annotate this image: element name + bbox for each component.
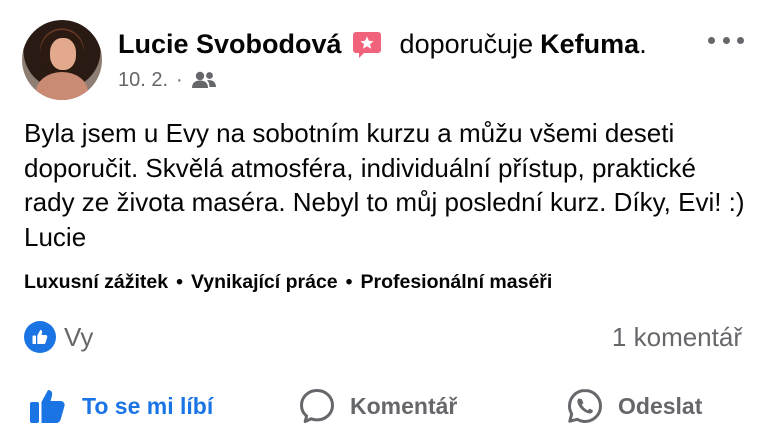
meta-separator: · bbox=[176, 68, 183, 91]
recommendation-tags: Luxusní zážitek • Vynikající práce • Profesi… bbox=[24, 271, 552, 294]
thumb-up-icon bbox=[30, 390, 65, 423]
post-body-text: Byla jsem u Evy na sobotním kurzu a můžu… bbox=[24, 118, 745, 252]
tag-item: Vynikající práce bbox=[190, 271, 338, 293]
post-meta: 10. 2. · bbox=[118, 66, 217, 94]
reactors-label: Vy bbox=[64, 321, 94, 352]
reactions-summary[interactable]: Vy bbox=[24, 320, 93, 354]
recommend-badge-icon bbox=[352, 32, 381, 58]
tag-item: Luxusní zážitek bbox=[24, 271, 169, 293]
tag-item: Profesionální maséři bbox=[360, 271, 553, 293]
more-options-icon[interactable] bbox=[708, 30, 744, 50]
tag-separator: • bbox=[176, 271, 183, 293]
like-button-label: To se mi líbí bbox=[82, 392, 214, 419]
avatar-face bbox=[50, 38, 76, 70]
more-dot bbox=[708, 36, 715, 44]
comment-button[interactable]: Komentář bbox=[298, 380, 457, 432]
author-name[interactable]: Lucie Svobodová bbox=[118, 29, 342, 60]
whatsapp-icon bbox=[568, 389, 602, 423]
author-avatar[interactable] bbox=[22, 20, 102, 100]
post-header: Lucie Svobodová doporučuje Kefuma. bbox=[118, 26, 647, 62]
friends-icon bbox=[191, 71, 216, 88]
post-action-bar: To se mi líbí Komentář Odeslat bbox=[0, 380, 768, 432]
like-icon bbox=[24, 321, 56, 353]
send-button-label: Odeslat bbox=[618, 392, 703, 419]
tag-separator: • bbox=[345, 271, 353, 293]
like-button[interactable]: To se mi líbí bbox=[28, 380, 213, 432]
more-dot bbox=[722, 36, 730, 44]
thumb-up-icon bbox=[32, 330, 48, 344]
more-dot bbox=[737, 36, 744, 44]
send-button[interactable]: Odeslat bbox=[566, 380, 702, 432]
recommended-page-link[interactable]: Kefuma bbox=[540, 29, 639, 60]
post-date[interactable]: 10. 2. bbox=[118, 69, 168, 92]
recommend-verb: doporučuje bbox=[399, 28, 534, 59]
comment-button-label: Komentář bbox=[350, 392, 458, 419]
comments-count-link[interactable]: 1 komentář bbox=[612, 320, 742, 354]
comment-bubble-icon bbox=[300, 389, 334, 423]
avatar-shoulders bbox=[36, 72, 88, 100]
page-suffix: . bbox=[639, 28, 647, 59]
